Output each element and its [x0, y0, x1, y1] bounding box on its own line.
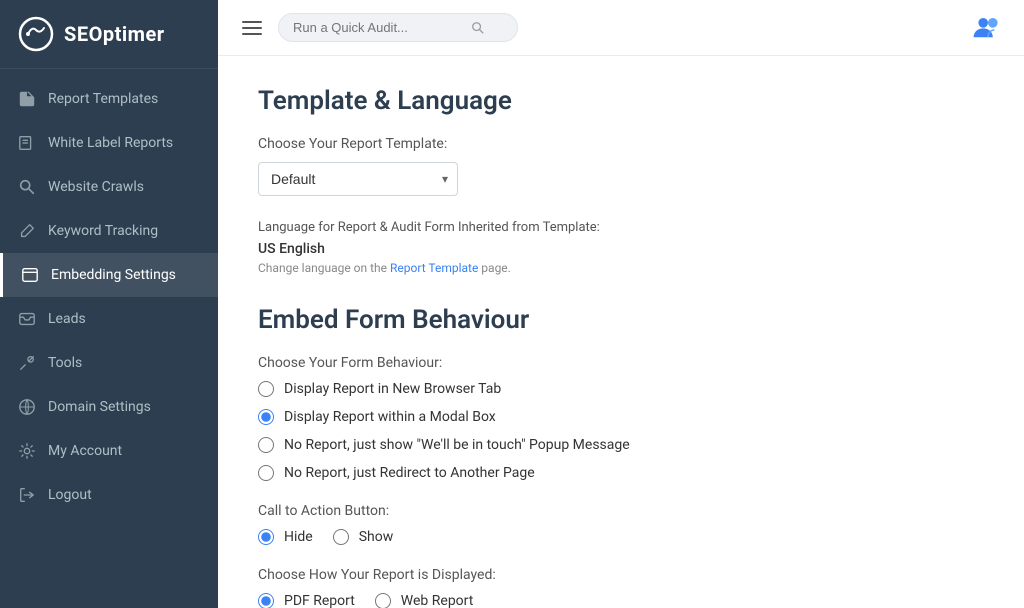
language-hint-text: Change language on the [258, 261, 390, 275]
sidebar-item-label-my-account: My Account [48, 443, 122, 459]
radio-cta-show[interactable] [333, 529, 349, 545]
cta-label: Call to Action Button: [258, 503, 984, 519]
sidebar-logo: SEOptimer [0, 0, 218, 69]
menu-toggle-button[interactable] [238, 17, 266, 39]
sidebar-item-logout[interactable]: Logout [0, 473, 218, 517]
report-display-section: Choose How Your Report is Displayed: PDF… [258, 567, 984, 608]
seoptimer-logo-icon [18, 16, 54, 52]
cta-section: Call to Action Button: Hide Show [258, 503, 984, 545]
behaviour-option-redirect[interactable]: No Report, just Redirect to Another Page [258, 465, 984, 481]
radio-web-report[interactable] [375, 593, 391, 608]
sidebar-item-embedding-settings[interactable]: Embedding Settings [0, 253, 218, 297]
sidebar-item-label-leads: Leads [48, 311, 86, 327]
language-section: Language for Report & Audit Form Inherit… [258, 220, 984, 275]
radio-redirect-label: No Report, just Redirect to Another Page [284, 465, 535, 481]
cta-option-hide[interactable]: Hide [258, 529, 313, 545]
radio-cta-hide[interactable] [258, 529, 274, 545]
menu-bar-2 [242, 27, 262, 29]
sidebar-item-my-account[interactable]: My Account [0, 429, 218, 473]
topbar [218, 0, 1024, 56]
report-display-option-web[interactable]: Web Report [375, 593, 474, 608]
template-dropdown-label: Choose Your Report Template: [258, 136, 984, 152]
report-display-label: Choose How Your Report is Displayed: [258, 567, 984, 583]
magnify-icon [18, 178, 36, 196]
template-select[interactable]: Default Template 1 Template 2 [258, 162, 458, 196]
report-display-radio-group: PDF Report Web Report [258, 593, 984, 608]
radio-redirect[interactable] [258, 465, 274, 481]
radio-cta-hide-label: Hide [284, 529, 313, 545]
pencil-icon [18, 222, 36, 240]
sidebar-item-label-domain-settings: Domain Settings [48, 399, 151, 415]
content-area: Template & Language Choose Your Report T… [218, 56, 1024, 608]
report-display-option-pdf[interactable]: PDF Report [258, 593, 355, 608]
sidebar-item-white-label-reports[interactable]: White Label Reports [0, 121, 218, 165]
sidebar-item-label-tools: Tools [48, 355, 82, 371]
logo-text: SEOptimer [64, 22, 165, 46]
sidebar-item-report-templates[interactable]: Report Templates [0, 77, 218, 121]
sidebar-item-label-website-crawls: Website Crawls [48, 179, 144, 195]
sidebar-item-label-keyword-tracking: Keyword Tracking [48, 223, 158, 239]
template-select-wrapper: Default Template 1 Template 2 ▾ [258, 162, 458, 196]
radio-popup-msg-label: No Report, just show "We'll be in touch"… [284, 437, 630, 453]
template-section-title: Template & Language [258, 86, 984, 116]
menu-bar-3 [242, 33, 262, 35]
radio-new-tab-label: Display Report in New Browser Tab [284, 381, 501, 397]
user-account-button[interactable] [972, 12, 1004, 43]
gear-icon [18, 442, 36, 460]
language-hint: Change language on the Report Template p… [258, 261, 984, 275]
behaviour-label: Choose Your Form Behaviour: [258, 355, 984, 371]
radio-new-tab[interactable] [258, 381, 274, 397]
sidebar-item-label-report-templates: Report Templates [48, 91, 158, 107]
search-input[interactable] [293, 20, 463, 35]
sidebar-item-label-logout: Logout [48, 487, 92, 503]
behaviour-option-popup-msg[interactable]: No Report, just show "We'll be in touch"… [258, 437, 984, 453]
sidebar-item-label-white-label-reports: White Label Reports [48, 135, 173, 151]
search-box [278, 13, 518, 42]
logout-icon [18, 486, 36, 504]
language-hint-suffix: page. [478, 261, 511, 275]
behaviour-radio-group: Display Report in New Browser Tab Displa… [258, 381, 984, 481]
sidebar-nav: Report Templates White Label Reports Web… [0, 69, 218, 608]
sidebar-item-keyword-tracking[interactable]: Keyword Tracking [0, 209, 218, 253]
sidebar-item-label-embedding-settings: Embedding Settings [51, 267, 176, 283]
sidebar-item-tools[interactable]: Tools [0, 341, 218, 385]
sidebar-item-website-crawls[interactable]: Website Crawls [0, 165, 218, 209]
radio-cta-show-label: Show [359, 529, 394, 545]
radio-modal-box[interactable] [258, 409, 274, 425]
globe-icon [18, 398, 36, 416]
cta-option-show[interactable]: Show [333, 529, 394, 545]
user-group-icon [972, 12, 1004, 40]
embed-section-title: Embed Form Behaviour [258, 305, 984, 335]
radio-pdf-report[interactable] [258, 593, 274, 608]
code-icon [21, 266, 39, 284]
tools-icon [18, 354, 36, 372]
inbox-icon [18, 310, 36, 328]
radio-modal-box-label: Display Report within a Modal Box [284, 409, 496, 425]
language-value: US English [258, 241, 984, 257]
behaviour-option-new-tab[interactable]: Display Report in New Browser Tab [258, 381, 984, 397]
sidebar: SEOptimer Report Templates White Label R… [0, 0, 218, 608]
search-icon [471, 21, 485, 35]
tag-icon [18, 134, 36, 152]
menu-bar-1 [242, 21, 262, 23]
sidebar-item-leads[interactable]: Leads [0, 297, 218, 341]
main-area: Template & Language Choose Your Report T… [218, 0, 1024, 608]
behaviour-option-modal-box[interactable]: Display Report within a Modal Box [258, 409, 984, 425]
cta-radio-group: Hide Show [258, 529, 984, 545]
topbar-right [972, 12, 1004, 44]
radio-popup-msg[interactable] [258, 437, 274, 453]
sidebar-item-domain-settings[interactable]: Domain Settings [0, 385, 218, 429]
report-template-link[interactable]: Report Template [390, 261, 478, 275]
radio-web-report-label: Web Report [401, 593, 474, 608]
language-label: Language for Report & Audit Form Inherit… [258, 220, 984, 235]
radio-pdf-report-label: PDF Report [284, 593, 355, 608]
file-icon [18, 90, 36, 108]
